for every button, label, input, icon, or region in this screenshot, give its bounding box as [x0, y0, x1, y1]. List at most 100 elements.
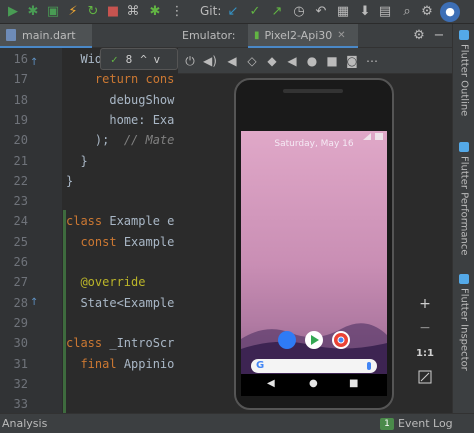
flutter-performance-tab[interactable]: Flutter Performance	[453, 142, 474, 256]
volume-down-icon[interactable]: ◀	[224, 53, 240, 69]
nav-home-icon[interactable]: ●	[309, 378, 318, 389]
device-tab-label: Pixel2-Api30	[264, 28, 333, 42]
nav-back-icon[interactable]: ◀	[267, 378, 275, 389]
power-icon[interactable]: ⏻	[182, 53, 198, 69]
code-line[interactable]: home: Exa	[66, 113, 174, 127]
zoom-fit-icon[interactable]	[412, 370, 438, 388]
override-gutter-icon[interactable]: ↑	[30, 297, 38, 308]
sdk-manager-icon[interactable]: ⬇	[356, 3, 374, 21]
flutter-inspector-icon	[459, 274, 469, 284]
code-line[interactable]: Wid	[66, 52, 102, 66]
devtools-icon[interactable]: ⌘	[124, 3, 142, 21]
line-number: 24	[13, 214, 28, 229]
flutter-performance-icon	[459, 142, 469, 152]
tab-main-dart[interactable]: main.dart	[0, 24, 92, 48]
hint-arrows: ^ v	[140, 52, 161, 66]
device-manager-icon[interactable]: ▤	[376, 3, 394, 21]
messages-app-icon[interactable]	[278, 331, 296, 349]
main-toolbar: ▶ ✱ ▣ ⚡ ↻ ■ ⌘ ✱ ⋮ Git: ↙ ✓ ↗ ◷ ↶ ▦ ⬇ ▤ ⌕…	[0, 0, 474, 24]
avatar-icon[interactable]: ●	[440, 2, 460, 22]
code-line[interactable]: class _IntroScr	[66, 336, 174, 350]
line-number: 17	[13, 72, 28, 87]
lightning-icon[interactable]: ⚡	[64, 3, 82, 21]
code-line[interactable]: ); // Mate	[66, 133, 174, 147]
line-number: 27	[13, 275, 28, 290]
code-line[interactable]: class Example e	[66, 214, 174, 228]
run-icon[interactable]: ▶	[4, 3, 22, 21]
code-token: }	[66, 173, 74, 188]
ide-window: ▶ ✱ ▣ ⚡ ↻ ■ ⌘ ✱ ⋮ Git: ↙ ✓ ↗ ◷ ↶ ▦ ⬇ ▤ ⌕…	[0, 0, 474, 433]
phone-screen[interactable]: Saturday, May 16 G	[241, 131, 387, 374]
line-number: 31	[13, 356, 28, 371]
chrome-icon[interactable]	[332, 331, 350, 349]
close-icon[interactable]: ✕	[337, 30, 345, 41]
volume-up-icon[interactable]: ◀)	[202, 53, 218, 69]
line-number: 30	[13, 336, 28, 351]
line-number: 18	[13, 92, 28, 107]
line-number: 22	[13, 173, 28, 188]
code-line[interactable]: final Appinio	[66, 357, 174, 371]
line-number: 16	[13, 52, 28, 66]
revert-icon[interactable]: ↶	[312, 3, 330, 21]
status-bottom-bar: Analysis 1 Event Log	[0, 413, 474, 433]
code-line[interactable]: debugShow	[66, 93, 174, 107]
mic-icon[interactable]	[367, 362, 371, 370]
rotate-left-icon[interactable]: ◇	[244, 53, 260, 69]
code-line[interactable]: State<Example	[66, 296, 174, 310]
back-icon[interactable]: ◀	[284, 53, 300, 69]
event-log-tab[interactable]: 1 Event Log	[380, 417, 453, 430]
gear-icon[interactable]: ⚙	[410, 27, 428, 45]
code-token: Appinio	[123, 356, 175, 371]
zoom-actual-size-button[interactable]: 1:1	[412, 348, 438, 359]
overview-icon[interactable]: ■	[324, 53, 340, 69]
attach-icon[interactable]: ✱	[146, 3, 164, 21]
code-token: _IntroScr	[109, 336, 175, 351]
git-label: Git:	[200, 4, 222, 18]
git-commit-icon[interactable]: ✓	[246, 3, 264, 21]
event-log-label: Event Log	[398, 417, 453, 430]
code-token: }	[80, 153, 88, 168]
flutter-inspector-tab[interactable]: Flutter Inspector	[453, 274, 474, 371]
coverage-icon[interactable]: ▣	[44, 3, 62, 21]
inspection-hint[interactable]: ✓ 8 ^ v	[100, 48, 178, 70]
code-token: // Mate	[123, 133, 175, 148]
code-editor[interactable]: Wid return cons debugShow home: Exa ); /…	[62, 48, 178, 420]
analysis-tab[interactable]: Analysis	[2, 417, 47, 430]
settings-icon[interactable]: ⚙	[418, 3, 436, 21]
history-icon[interactable]: ◷	[290, 3, 308, 21]
git-update-icon[interactable]: ↙	[224, 3, 242, 21]
line-number: 23	[13, 194, 28, 209]
override-gutter-icon[interactable]: ↑	[30, 57, 38, 68]
code-token: class	[66, 214, 110, 229]
google-search-bar[interactable]: G	[251, 359, 377, 373]
code-line[interactable]: @override	[66, 275, 145, 289]
more-actions-icon[interactable]: ⋮	[168, 3, 186, 21]
stop-icon[interactable]: ■	[104, 3, 122, 21]
code-line[interactable]: return cons	[66, 72, 174, 86]
search-icon[interactable]: ⌕	[398, 3, 416, 21]
ellipsis-icon[interactable]: ⋯	[364, 53, 380, 69]
code-token: final	[80, 356, 124, 371]
emulator-header: Emulator: ▮ Pixel2-Api30 ✕ ⚙ −	[178, 24, 452, 48]
flutter-outline-tab[interactable]: Flutter Outline	[453, 30, 474, 116]
code-line[interactable]: }	[66, 153, 88, 168]
project-structure-icon[interactable]: ▦	[334, 3, 352, 21]
code-token: Example e	[109, 214, 175, 229]
home-icon[interactable]: ●	[304, 53, 320, 69]
code-token: Wid	[80, 52, 103, 66]
debug-icon[interactable]: ✱	[24, 3, 42, 21]
code-line[interactable]: }	[66, 174, 73, 188]
nav-recents-icon[interactable]: ■	[349, 378, 358, 389]
zoom-out-button[interactable]: −	[412, 320, 438, 336]
git-push-icon[interactable]: ↗	[268, 3, 286, 21]
minimize-icon[interactable]: −	[430, 27, 448, 45]
play-store-icon[interactable]	[305, 331, 323, 349]
code-token: class	[66, 336, 110, 351]
zoom-in-button[interactable]: +	[412, 296, 438, 312]
line-number: 19	[13, 112, 28, 127]
camera-icon[interactable]: ◙	[344, 53, 360, 69]
device-tab[interactable]: ▮ Pixel2-Api30 ✕	[248, 24, 358, 48]
rotate-right-icon[interactable]: ◆	[264, 53, 280, 69]
restart-icon[interactable]: ↻	[84, 3, 102, 21]
code-line[interactable]: const Example	[66, 235, 174, 249]
